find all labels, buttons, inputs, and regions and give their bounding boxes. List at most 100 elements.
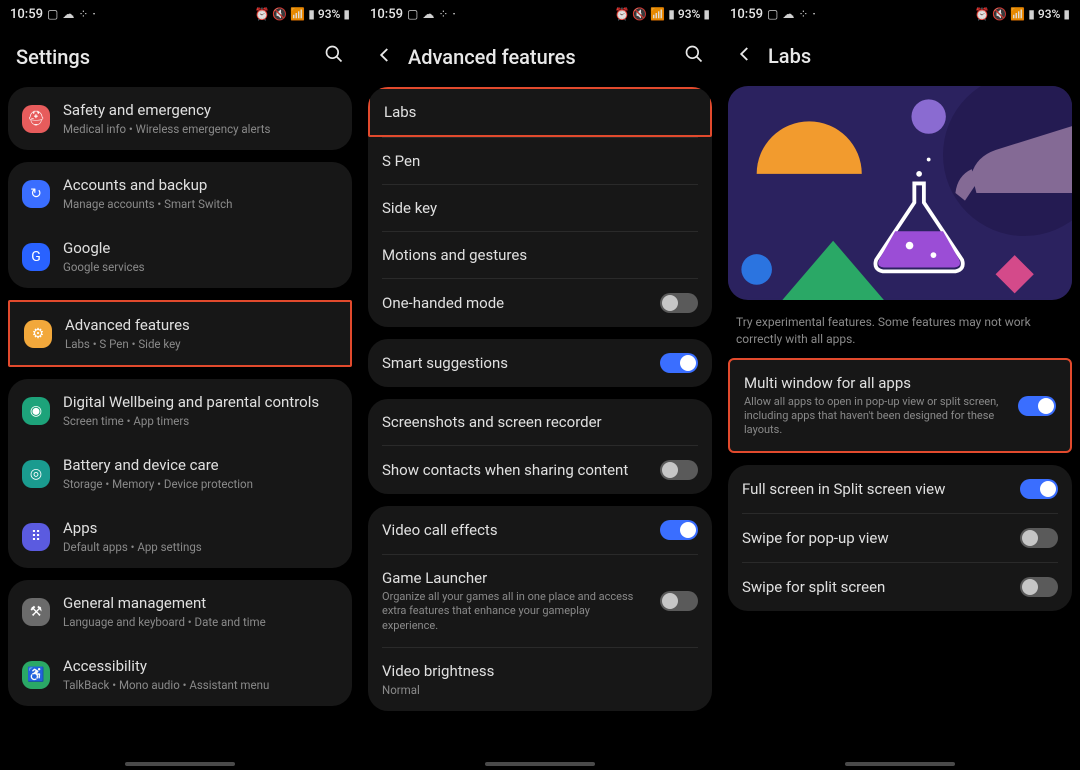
toggle-video-effects[interactable] [660, 520, 698, 540]
alarm-icon: ⏰ [254, 7, 269, 21]
signal-icon: ▮ [1028, 7, 1035, 21]
advanced-item-video-bright ness[interactable]: Video brightness Normal [368, 648, 712, 711]
item-sub: Allow all apps to open in pop-up view or… [744, 395, 1005, 438]
battery-icon: ▮ [343, 7, 350, 21]
toggle-swipe-split[interactable] [1020, 577, 1058, 597]
status-time: 10:59 [10, 7, 43, 22]
status-battery: 93% [1038, 7, 1060, 21]
image-icon: ▢ [767, 7, 778, 21]
back-icon[interactable] [376, 45, 394, 69]
safety-icon: ⛑ [22, 105, 50, 133]
page-title: Settings [16, 45, 90, 69]
header: Labs [720, 28, 1080, 86]
item-title: Motions and gestures [382, 246, 698, 264]
item-title: Battery and device care [63, 456, 338, 474]
toggle-show-contacts[interactable] [660, 460, 698, 480]
nav-pill[interactable] [125, 762, 235, 766]
toggle-smart-suggestions[interactable] [660, 353, 698, 373]
status-time: 10:59 [730, 7, 763, 22]
toggle-fullscreen-split[interactable] [1020, 479, 1058, 499]
settings-item-general[interactable]: ⚒ General management Language and keyboa… [8, 580, 352, 643]
labs-item-swipe-popup[interactable]: Swipe for pop-up view [728, 514, 1072, 562]
page-title: Labs [768, 44, 811, 68]
toggle-swipe-popup[interactable] [1020, 528, 1058, 548]
header: Advanced features [360, 28, 720, 87]
dot-icon: · [92, 7, 95, 21]
labs-item-swipe-split[interactable]: Swipe for split screen [728, 563, 1072, 611]
dots-icon: ⁘ [798, 7, 808, 21]
image-icon: ▢ [47, 7, 58, 21]
item-sub: Default apps • App settings [63, 540, 338, 554]
item-title: Apps [63, 519, 338, 537]
advanced-item-video-effects[interactable]: Video call effects [368, 506, 712, 554]
advanced-item-show-contacts[interactable]: Show contacts when sharing content [368, 446, 712, 494]
item-sub: Normal [382, 683, 698, 697]
backup-icon: ↻ [22, 180, 50, 208]
alarm-icon: ⏰ [614, 7, 629, 21]
item-sub: Screen time • App timers [63, 414, 338, 428]
wellbeing-icon: ◉ [22, 397, 50, 425]
labs-item-multi-window[interactable]: Multi window for all apps Allow all apps… [730, 360, 1070, 452]
mute-icon: 🔇 [992, 7, 1007, 21]
item-title: Video call effects [382, 521, 647, 539]
item-title: S Pen [382, 152, 698, 170]
settings-item-apps[interactable]: ⠿ Apps Default apps • App settings [8, 505, 352, 568]
item-title: Labs [384, 103, 696, 121]
advanced-item-onehanded[interactable]: One-handed mode [368, 279, 712, 327]
advanced-item-screenshots[interactable]: Screenshots and screen recorder [368, 399, 712, 445]
item-title: Swipe for split screen [742, 578, 1007, 596]
advanced-item-game-launcher[interactable]: Game Launcher Organize all your games al… [368, 555, 712, 647]
image-icon: ▢ [407, 7, 418, 21]
toggle-game-launcher[interactable] [660, 591, 698, 611]
advanced-item-smart-suggestions[interactable]: Smart suggestions [368, 339, 712, 387]
signal-icon: ▮ [308, 7, 315, 21]
alarm-icon: ⏰ [974, 7, 989, 21]
item-title: Google [63, 239, 338, 257]
item-title: Safety and emergency [63, 101, 338, 119]
item-title: Show contacts when sharing content [382, 461, 647, 479]
settings-item-advanced-features[interactable]: ⚙ Advanced features Labs • S Pen • Side … [10, 302, 350, 365]
advanced-icon: ⚙ [24, 320, 52, 348]
wifi-icon: 📶 [650, 7, 665, 21]
settings-item-google[interactable]: G Google Google services [8, 225, 352, 288]
item-title: Video brightness [382, 662, 698, 680]
item-sub: Medical info • Wireless emergency alerts [63, 122, 338, 136]
search-icon[interactable] [324, 44, 344, 69]
advanced-item-motions[interactable]: Motions and gestures [368, 232, 712, 278]
item-sub: Storage • Memory • Device protection [63, 477, 338, 491]
panel-advanced-features: 10:59 ▢ ☁ ⁘ · ⏰ 🔇 📶 ▮ 93% ▮ Advanced fea… [360, 0, 720, 770]
battery-icon: ▮ [1063, 7, 1070, 21]
settings-item-accessibility[interactable]: ♿ Accessibility TalkBack • Mono audio • … [8, 643, 352, 706]
status-bar: 10:59 ▢ ☁ ⁘ · ⏰ 🔇 📶 ▮ 93% ▮ [720, 0, 1080, 28]
labs-hero-illustration [728, 86, 1072, 300]
mute-icon: 🔇 [632, 7, 647, 21]
general-icon: ⚒ [22, 598, 50, 626]
back-icon[interactable] [736, 44, 754, 68]
nav-pill[interactable] [485, 762, 595, 766]
dot-icon: · [812, 7, 815, 21]
settings-item-accounts[interactable]: ↻ Accounts and backup Manage accounts • … [8, 162, 352, 225]
battery-care-icon: ◎ [22, 460, 50, 488]
advanced-item-spen[interactable]: S Pen [368, 138, 712, 184]
nav-pill[interactable] [845, 762, 955, 766]
settings-item-safety[interactable]: ⛑ Safety and emergency Medical info • Wi… [8, 87, 352, 150]
toggle-multi-window[interactable] [1018, 396, 1056, 416]
item-title: One-handed mode [382, 294, 647, 312]
settings-item-wellbeing[interactable]: ◉ Digital Wellbeing and parental control… [8, 379, 352, 442]
accessibility-icon: ♿ [22, 661, 50, 689]
advanced-item-sidekey[interactable]: Side key [368, 185, 712, 231]
item-sub: Language and keyboard • Date and time [63, 615, 338, 629]
header: Settings [0, 28, 360, 87]
settings-item-battery[interactable]: ◎ Battery and device care Storage • Memo… [8, 442, 352, 505]
advanced-item-labs[interactable]: Labs [368, 87, 712, 137]
item-title: Multi window for all apps [744, 374, 1005, 392]
item-title: General management [63, 594, 338, 612]
labs-item-fullscreen-split[interactable]: Full screen in Split screen view [728, 465, 1072, 513]
item-title: Smart suggestions [382, 354, 647, 372]
item-title: Digital Wellbeing and parental controls [63, 393, 338, 411]
dots-icon: ⁘ [78, 7, 88, 21]
wifi-icon: 📶 [1010, 7, 1025, 21]
search-icon[interactable] [684, 44, 704, 69]
wifi-icon: 📶 [290, 7, 305, 21]
toggle-onehanded[interactable] [660, 293, 698, 313]
